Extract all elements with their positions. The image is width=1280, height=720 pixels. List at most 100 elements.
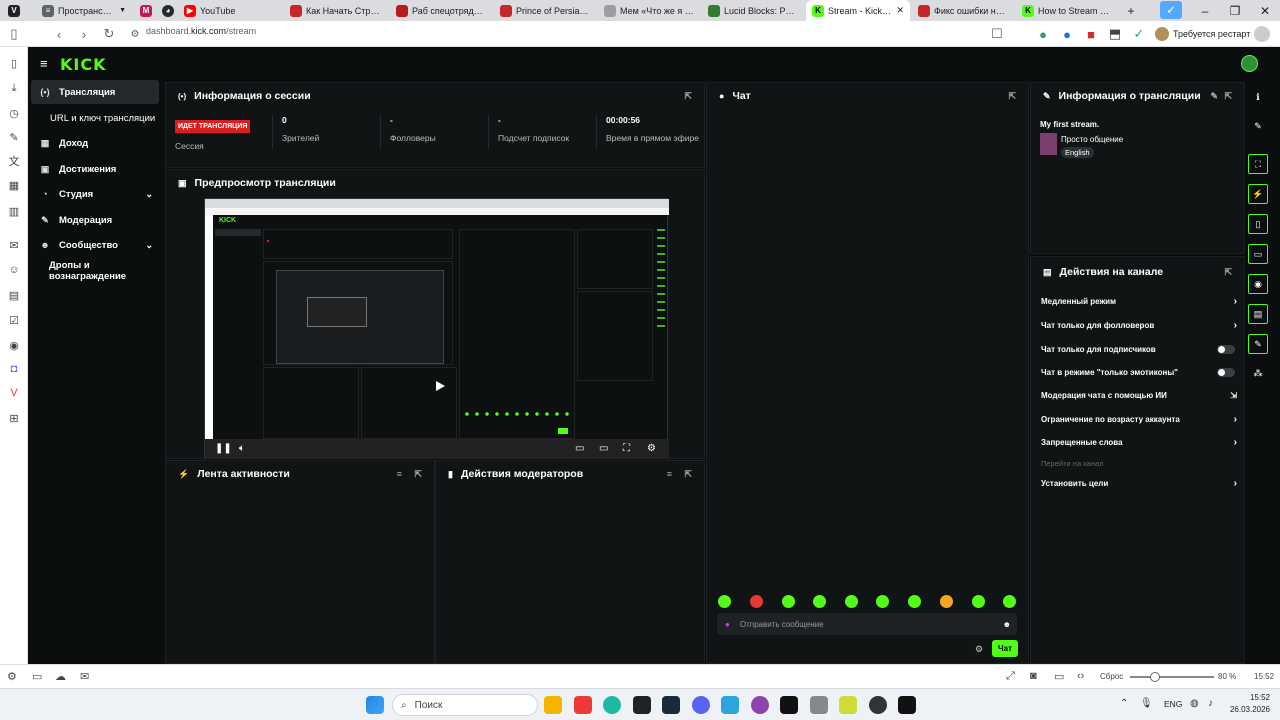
notes-icon[interactable]: ✎ bbox=[6, 129, 22, 145]
contacts-icon[interactable]: ☺ bbox=[6, 262, 22, 278]
unreal-icon[interactable] bbox=[780, 696, 798, 714]
edit-icon[interactable]: ✎ bbox=[1210, 91, 1218, 102]
emote-icon[interactable] bbox=[940, 595, 953, 608]
close-icon[interactable]: ✕ bbox=[896, 5, 904, 16]
chevron-up-icon[interactable]: ⌃ bbox=[1120, 698, 1128, 709]
broadcast-icon[interactable]: ◉ bbox=[1248, 274, 1268, 294]
set-goals-row[interactable]: Установить цели › bbox=[1041, 478, 1237, 489]
chat-icon[interactable]: ▭ bbox=[1248, 244, 1268, 264]
volume-icon[interactable]: ♪ bbox=[1208, 698, 1213, 709]
profile-icon[interactable]: V bbox=[2, 0, 24, 21]
pip-icon[interactable]: ▭ bbox=[575, 443, 584, 454]
translate-icon[interactable]: 文 bbox=[6, 153, 22, 169]
emote-icon[interactable] bbox=[813, 595, 826, 608]
bookmark-icon[interactable]: ☐ bbox=[988, 25, 1006, 43]
tab-2[interactable]: Раб спецотряда демо bbox=[390, 0, 492, 21]
nav-item-stream-key[interactable]: URL и ключ трансляции bbox=[31, 106, 159, 130]
telegram-icon[interactable] bbox=[721, 696, 739, 714]
document-icon[interactable]: ▯ bbox=[1248, 214, 1268, 234]
tab-3[interactable]: Prince of Persia: Warri bbox=[494, 0, 596, 21]
mail-icon[interactable]: ✉ bbox=[80, 670, 89, 683]
nav-item-community[interactable]: ☻ Сообщество ⌄ bbox=[31, 233, 159, 257]
popout-icon[interactable]: ⇱ bbox=[414, 469, 422, 480]
restart-button[interactable]: Требуется рестарт bbox=[1155, 25, 1271, 43]
calendar-icon[interactable]: ▤ bbox=[6, 287, 22, 303]
emoji-icon[interactable]: ☻ bbox=[1003, 620, 1011, 629]
gear-icon[interactable]: ⚙ bbox=[7, 670, 17, 683]
popout-icon[interactable]: ⇱ bbox=[684, 469, 692, 480]
zoom-slider[interactable] bbox=[1130, 672, 1214, 682]
nav-item-moderation[interactable]: ✎ Модерация bbox=[31, 208, 159, 232]
lightning-icon[interactable]: ⚡ bbox=[1248, 184, 1268, 204]
close-window-icon[interactable]: ✕ bbox=[1250, 0, 1280, 21]
tab-kick-dashboard[interactable]: KStream - Kick Dashbo✕ bbox=[806, 0, 910, 21]
send-chat-button[interactable]: Чат bbox=[992, 640, 1018, 657]
gear-icon[interactable]: ⚙ bbox=[975, 644, 983, 655]
reader-icon[interactable]: ▥ bbox=[6, 203, 22, 219]
epic-games-icon[interactable] bbox=[633, 696, 651, 714]
steam-icon[interactable] bbox=[662, 696, 680, 714]
mail-icon[interactable]: ✉ bbox=[6, 237, 22, 253]
volume-icon[interactable]: 🔈︎ bbox=[239, 443, 245, 454]
minimize-icon[interactable]: – bbox=[1190, 0, 1220, 21]
language-indicator[interactable]: ENG bbox=[1164, 699, 1182, 709]
gear-icon[interactable]: ⚙ bbox=[647, 443, 656, 454]
channel-icon[interactable]: ▤ bbox=[1248, 304, 1268, 324]
download-icon[interactable]: ⤓ bbox=[6, 80, 22, 96]
app-icon[interactable] bbox=[810, 696, 828, 714]
emote-icon[interactable] bbox=[750, 595, 763, 608]
extension-icon[interactable]: ⬒ bbox=[1106, 25, 1124, 43]
add-panel-icon[interactable]: ⊞ bbox=[6, 410, 22, 426]
ai-moderation-row[interactable]: Модерация чата с помощью ИИ ⇲ bbox=[1041, 391, 1237, 400]
theatre-icon[interactable]: ▭ bbox=[599, 443, 608, 454]
chat-input[interactable]: ● Отправить сообщение ☻ bbox=[717, 613, 1017, 635]
mic-icon[interactable]: 🎙︎ bbox=[1140, 698, 1153, 709]
popout-icon[interactable]: ⇱ bbox=[1008, 91, 1016, 102]
nav-item-income[interactable]: ▦ Доход bbox=[31, 131, 159, 155]
cloud-icon[interactable]: ☁ bbox=[55, 670, 66, 683]
account-age-row[interactable]: Ограничение по возрасту аккаунта › bbox=[1041, 414, 1237, 425]
back-icon[interactable]: ‹ bbox=[50, 25, 68, 43]
app-icon[interactable] bbox=[839, 696, 857, 714]
emote-icon[interactable] bbox=[845, 595, 858, 608]
nav-item-stream[interactable]: (•) Трансляция bbox=[31, 80, 159, 104]
emote-icon[interactable] bbox=[876, 595, 889, 608]
slow-mode-row[interactable]: Медленный режим › bbox=[1041, 296, 1237, 307]
downloads-icon[interactable]: ✓ bbox=[1160, 1, 1182, 19]
banned-words-row[interactable]: Запрещенные слова › bbox=[1041, 437, 1237, 448]
tab-pinned-1[interactable]: M bbox=[134, 0, 156, 21]
menu-icon[interactable]: ≡ bbox=[40, 56, 48, 71]
nav-item-drops[interactable]: Дропы и вознаграждение bbox=[31, 259, 163, 283]
popout-icon[interactable]: ⇱ bbox=[1224, 91, 1232, 102]
history-icon[interactable]: ◷ bbox=[6, 105, 22, 121]
emotes-only-toggle[interactable] bbox=[1217, 368, 1235, 377]
nav-item-achievements[interactable]: ▣ Достижения bbox=[31, 157, 159, 181]
tab-youtube[interactable]: ▶ YouTube bbox=[178, 0, 282, 21]
tab-1[interactable]: Как Начать Стримить bbox=[284, 0, 388, 21]
tab-workspaces[interactable]: ≡ Пространства ▼ bbox=[36, 0, 132, 21]
nav-item-studio[interactable]: ◔ Студия ⌄ bbox=[31, 182, 159, 206]
extension-icon[interactable]: ● bbox=[1034, 25, 1052, 43]
site-info-icon[interactable]: ⚙ bbox=[126, 25, 144, 43]
tab-github[interactable]: ◕ bbox=[156, 0, 178, 21]
window-icon[interactable]: ▭ bbox=[32, 670, 42, 683]
maximize-icon[interactable]: ❐ bbox=[1220, 0, 1250, 21]
emote-icon[interactable] bbox=[782, 595, 795, 608]
reload-icon[interactable]: ↻ bbox=[100, 25, 118, 43]
window-icon[interactable]: ▭ bbox=[1054, 670, 1064, 683]
fullscreen-icon[interactable]: ⛶ bbox=[623, 443, 630, 454]
sidebar-toggle-icon[interactable]: ▯ bbox=[5, 25, 23, 43]
app-icon[interactable] bbox=[898, 696, 916, 714]
discord-icon[interactable] bbox=[692, 696, 710, 714]
video-player[interactable]: KICK ❚❚ 🔈︎ ▭ ▭ ⛶ ⚙ bbox=[204, 198, 669, 459]
followers-only-row[interactable]: Чат только для фолловеров › bbox=[1041, 320, 1237, 331]
windows-start-icon[interactable] bbox=[366, 696, 384, 714]
emote-icon[interactable] bbox=[908, 595, 921, 608]
mail-icon[interactable]: ▦ bbox=[6, 177, 22, 193]
extension-icon[interactable]: ✓ bbox=[1130, 25, 1148, 43]
explorer-icon[interactable] bbox=[544, 696, 562, 714]
edge-icon[interactable] bbox=[603, 696, 621, 714]
feed-icon[interactable]: ◉ bbox=[6, 337, 22, 353]
tab-6[interactable]: Фикс ошибки на KICK bbox=[912, 0, 1014, 21]
taskbar-time[interactable]: 15:52 bbox=[1228, 693, 1270, 702]
